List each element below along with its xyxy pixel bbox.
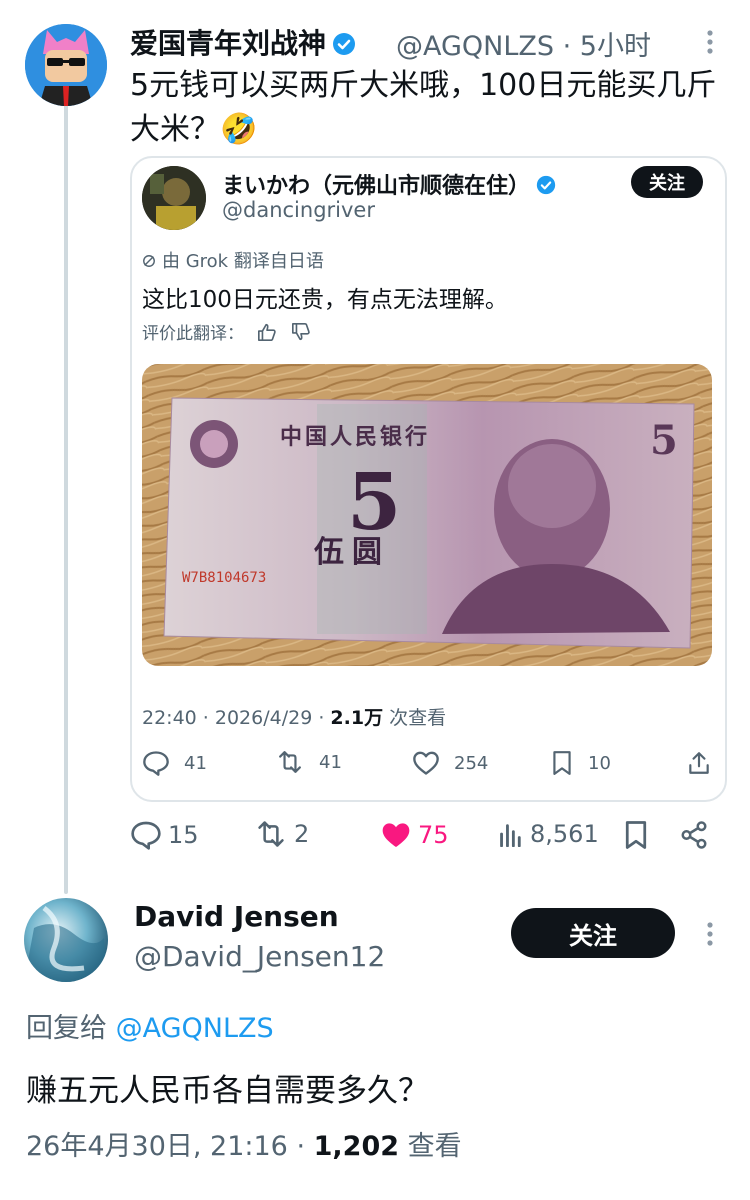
avatar[interactable] bbox=[25, 24, 107, 106]
reply-view-count: 1,202 bbox=[313, 1131, 400, 1162]
retweet-button[interactable]: 2 bbox=[254, 820, 309, 848]
quoted-tweet-text: 这比100日元还贵，有点无法理解。 bbox=[142, 287, 508, 313]
bookmark-icon bbox=[553, 751, 571, 775]
reply-author-handle[interactable]: @David_Jensen12 bbox=[134, 940, 385, 973]
like-button[interactable]: 75 bbox=[380, 820, 449, 850]
reply-timestamp[interactable]: 26年4月30日, 21:16 · bbox=[26, 1131, 314, 1162]
share-button[interactable] bbox=[679, 820, 709, 850]
banknote-corner-denomination: 5 bbox=[650, 417, 678, 464]
quoted-follow-button[interactable]: 关注 bbox=[631, 166, 703, 198]
reply-icon bbox=[131, 821, 161, 850]
like-count: 75 bbox=[418, 821, 449, 849]
tweet-text: 5元钱可以买两斤大米哦，100日元能买几斤大米？🤣 bbox=[130, 68, 717, 147]
reply-icon bbox=[143, 751, 169, 776]
quoted-tweet-meta: 22:40 · 2026/4/29 · 2.1万 次查看 bbox=[142, 703, 446, 730]
quoted-retweet-count: 41 bbox=[319, 751, 342, 773]
share-icon bbox=[689, 752, 709, 774]
quoted-view-label: 次查看 bbox=[383, 707, 447, 729]
avatar-image bbox=[25, 24, 107, 106]
quoted-reply-count: 41 bbox=[184, 752, 207, 774]
translate-icon bbox=[143, 255, 155, 267]
banknote-bank-name: 中国人民银行 bbox=[280, 424, 430, 450]
quoted-author-handle[interactable]: @dancingriver bbox=[222, 198, 375, 222]
reply-button[interactable]: 15 bbox=[130, 820, 199, 850]
quoted-timestamp[interactable]: 22:40 · 2026/4/29 · bbox=[142, 707, 330, 729]
bookmark-button[interactable] bbox=[623, 820, 649, 850]
share-icon bbox=[681, 821, 707, 849]
follow-button[interactable]: 关注 bbox=[511, 908, 675, 958]
retweet-count: 2 bbox=[294, 820, 310, 848]
reply-text: 赚五元人民币各自需要多久？ bbox=[26, 1073, 429, 1109]
retweet-icon bbox=[279, 751, 301, 773]
quoted-view-count: 2.1万 bbox=[330, 707, 384, 729]
thread-line bbox=[64, 104, 68, 894]
replying-to-handle[interactable]: @AGQNLZS bbox=[116, 1013, 274, 1044]
reply-avatar[interactable] bbox=[24, 898, 108, 982]
quoted-avatar-image bbox=[142, 166, 206, 230]
tweet-time[interactable]: · 5小时 bbox=[563, 31, 651, 62]
verified-badge-icon bbox=[536, 175, 556, 195]
more-options-icon[interactable] bbox=[700, 28, 720, 56]
rate-translation-label: 评价此翻译： bbox=[142, 324, 244, 344]
quoted-reply-button[interactable]: 41 bbox=[142, 750, 207, 776]
quoted-bookmark-count: 10 bbox=[588, 752, 611, 774]
heart-icon bbox=[413, 751, 439, 775]
banknote-photo[interactable]: 中国人民银行 5 伍圆 W7B8104673 5 bbox=[142, 364, 712, 666]
retweet-icon bbox=[258, 821, 284, 847]
replying-to-label: 回复给 bbox=[26, 1013, 116, 1044]
quoted-author-name-text[interactable]: まいかわ（元佛山市顺德在住） bbox=[222, 174, 530, 199]
bookmark-icon bbox=[625, 821, 647, 849]
reply-author-name[interactable]: David Jensen bbox=[134, 900, 339, 933]
rate-translation: 评价此翻译： bbox=[142, 319, 312, 344]
quoted-share-button[interactable] bbox=[686, 750, 712, 776]
translation-label: 由 Grok 翻译自日语 bbox=[162, 251, 324, 272]
reply-count: 15 bbox=[168, 821, 199, 849]
author-name[interactable]: 爱国青年刘战神 bbox=[130, 22, 356, 62]
translation-notice[interactable]: 由 Grok 翻译自日语 bbox=[142, 247, 324, 273]
quoted-avatar[interactable] bbox=[142, 166, 206, 230]
heart-filled-icon bbox=[382, 823, 410, 847]
quoted-like-button[interactable]: 254 bbox=[412, 750, 488, 776]
thumbs-up-icon[interactable] bbox=[256, 322, 278, 342]
views-button[interactable]: 8,561 bbox=[498, 820, 599, 848]
quoted-action-bar: 41 41 254 10 bbox=[142, 750, 712, 784]
quoted-retweet-button[interactable]: 41 bbox=[275, 750, 342, 774]
handle-text[interactable]: @AGQNLZS bbox=[396, 31, 554, 62]
reply-avatar-image bbox=[24, 898, 108, 982]
views-chart-icon bbox=[500, 824, 521, 847]
quoted-author-name[interactable]: まいかわ（元佛山市顺德在住） bbox=[222, 168, 556, 200]
replying-to: 回复给 @AGQNLZS bbox=[26, 1006, 274, 1045]
reply-view-label: 查看 bbox=[399, 1131, 462, 1162]
thumbs-down-icon[interactable] bbox=[290, 322, 312, 342]
author-name-text[interactable]: 爱国青年刘战神 bbox=[130, 27, 326, 60]
banknote-denomination-text: 伍圆 bbox=[314, 535, 390, 570]
verified-badge-icon bbox=[333, 33, 356, 55]
quoted-bookmark-button[interactable]: 10 bbox=[550, 750, 611, 776]
reply-meta: 26年4月30日, 21:16 · 1,202 查看 bbox=[26, 1124, 462, 1163]
more-options-icon[interactable] bbox=[700, 920, 720, 948]
banknote-image: 中国人民银行 5 伍圆 W7B8104673 5 bbox=[142, 364, 712, 666]
author-handle[interactable]: @AGQNLZS · 5小时 bbox=[396, 24, 651, 63]
banknote-serial: W7B8104673 bbox=[182, 570, 266, 586]
view-count: 8,561 bbox=[530, 820, 599, 848]
quoted-like-count: 254 bbox=[454, 752, 489, 774]
